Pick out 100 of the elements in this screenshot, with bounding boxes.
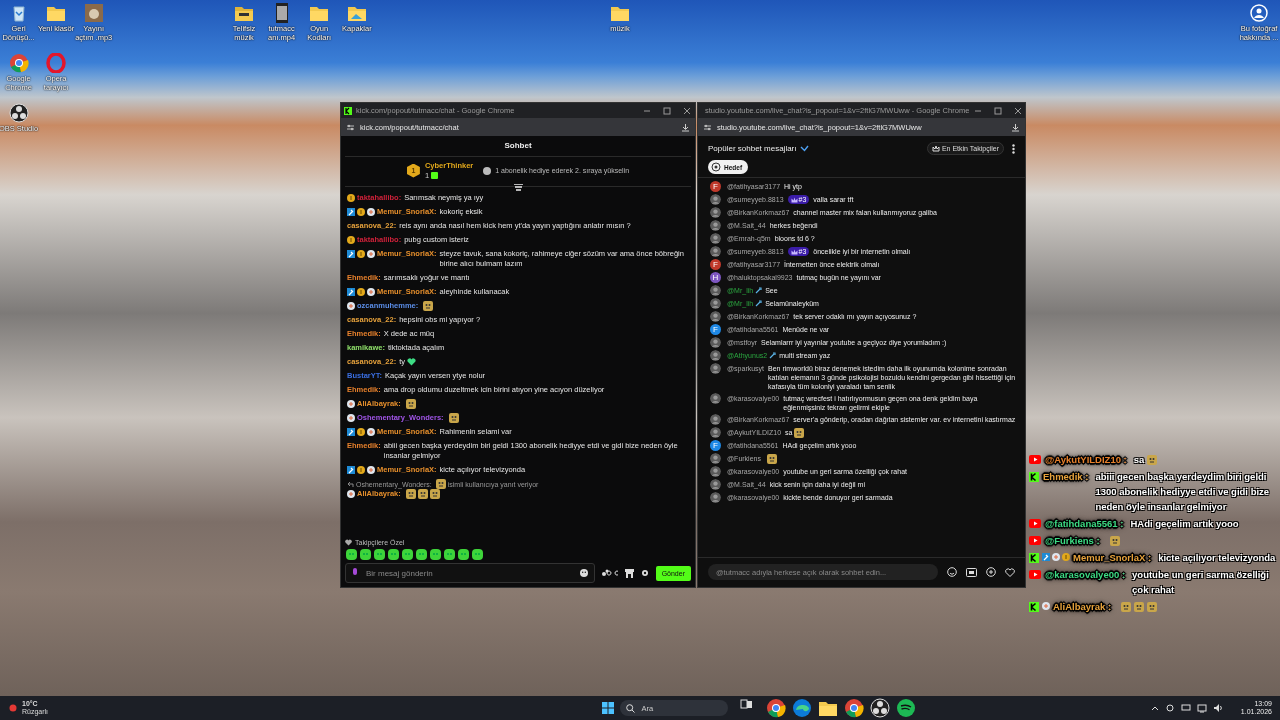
- hammer-icon: [1042, 553, 1050, 561]
- gift-badge-icon: [367, 250, 375, 258]
- browser-icon[interactable]: [844, 698, 865, 718]
- emote-icon: [417, 489, 428, 500]
- search-icon: [626, 703, 636, 713]
- coin-icon: [347, 194, 355, 202]
- gift-badge-icon: [347, 490, 355, 499]
- maximize-icon[interactable]: [662, 105, 672, 116]
- start-icon[interactable]: [602, 702, 615, 714]
- chat-mode-title[interactable]: Popüler sohbet mesajları: [708, 144, 797, 153]
- emote-icon[interactable]: [416, 549, 427, 560]
- message-text: youtube un geri sarma özelliği çok rahat: [1132, 569, 1269, 595]
- avatar-icon: [710, 194, 721, 205]
- browser-icon: [8, 53, 29, 73]
- avatar-icon: [710, 492, 721, 504]
- emote-icon[interactable]: [402, 549, 413, 560]
- heart-icon: [407, 358, 417, 367]
- crown-icon: [931, 145, 940, 152]
- browser-icon[interactable]: [766, 698, 787, 718]
- message-box[interactable]: Bir mesaj gönderin: [345, 563, 595, 583]
- emote-icon: [1134, 602, 1145, 613]
- coin-icon: [357, 208, 365, 216]
- super-chat-icon[interactable]: [966, 567, 977, 577]
- store-icon[interactable]: [624, 568, 634, 578]
- crown-icon: [790, 248, 798, 255]
- avatar-icon: [710, 414, 721, 425]
- emote-icon[interactable]: [472, 549, 483, 560]
- emote-icon[interactable]: [360, 549, 371, 560]
- coin-icon: [357, 250, 365, 258]
- target-icon: [711, 162, 721, 172]
- emoji-icon[interactable]: [579, 569, 588, 577]
- chevron-up-icon[interactable]: [1150, 704, 1159, 712]
- chat-title: Sohbet: [345, 136, 691, 157]
- chevron-icon[interactable]: [799, 145, 809, 152]
- avatar-initial: F: [710, 440, 721, 452]
- emote-icon[interactable]: [346, 549, 357, 560]
- hammer-icon: [347, 250, 355, 258]
- avatar-icon: [710, 479, 721, 491]
- crown-icon: [790, 196, 798, 203]
- emote-icon[interactable]: [374, 549, 385, 560]
- download-icon[interactable]: [681, 122, 690, 132]
- browser-icon: [46, 53, 67, 73]
- username: Ehmedik :: [1042, 470, 1090, 484]
- download-icon[interactable]: [1011, 122, 1020, 132]
- recorder-icon[interactable]: [870, 698, 891, 718]
- wrench-icon: [755, 287, 763, 294]
- emote-icon: [435, 479, 446, 490]
- gift-badge-icon: [367, 208, 375, 216]
- music-app-icon[interactable]: [896, 698, 917, 718]
- youtube-logo-icon: [1029, 536, 1041, 545]
- close-icon[interactable]: [682, 105, 692, 116]
- message-text: kicte açılıyor televizyonda: [1158, 552, 1276, 563]
- avatar-icon: [710, 220, 721, 231]
- emote-icon[interactable]: [430, 549, 441, 560]
- message-input[interactable]: Bir mesaj gönderin: [364, 567, 574, 579]
- emote-icon: [766, 454, 777, 465]
- message-text: sa: [1133, 454, 1145, 465]
- avatar-initial: F: [710, 259, 721, 270]
- avatar-icon: [710, 298, 721, 309]
- emote-icon: [405, 399, 416, 410]
- pin-collapse-icon[interactable]: [513, 184, 523, 191]
- settings-icon[interactable]: [640, 569, 649, 577]
- emote-icon[interactable]: [388, 549, 399, 560]
- emote-icon: [794, 428, 805, 439]
- avatar-initial: H: [710, 272, 721, 283]
- hammer-icon: [347, 208, 355, 216]
- avatar-icon: [710, 427, 721, 438]
- emote-icon[interactable]: [444, 549, 455, 560]
- youtube-logo-icon: [1029, 570, 1041, 579]
- add-icon[interactable]: [986, 567, 996, 577]
- emote-icon: [1121, 602, 1132, 613]
- emoji-icon[interactable]: [947, 567, 957, 577]
- avatar-icon: [710, 453, 721, 465]
- site-settings-icon[interactable]: [346, 122, 355, 132]
- more-icon[interactable]: [1012, 143, 1015, 154]
- avatar-initial: F: [710, 181, 721, 192]
- display-icon[interactable]: [1180, 703, 1191, 713]
- maximize-icon[interactable]: [993, 105, 1004, 116]
- heart-icon[interactable]: [1005, 567, 1015, 577]
- wrench-icon: [755, 300, 763, 307]
- avatar-icon: [710, 350, 721, 361]
- username: @AykutYILDIZ10 :: [1044, 453, 1128, 467]
- emote-icon: [1109, 536, 1120, 547]
- reply-icon: [347, 480, 354, 488]
- emote-icon[interactable]: [458, 549, 469, 560]
- gift-badge-icon: [367, 288, 375, 296]
- site-settings-icon[interactable]: [703, 122, 712, 132]
- emote-icon: [1147, 455, 1158, 466]
- browser-icon[interactable]: [792, 698, 813, 718]
- username: AliAlbayrak :: [1052, 600, 1113, 614]
- gift-badge-icon: [347, 414, 355, 423]
- avatar-icon: [710, 285, 721, 296]
- close-icon[interactable]: [1013, 105, 1024, 116]
- coin-icon: [357, 466, 365, 475]
- coin-icon: [347, 236, 355, 244]
- username: @karasovalye00 :: [1044, 568, 1127, 582]
- speaker-icon[interactable]: [1212, 703, 1223, 713]
- coin-icon: [357, 288, 365, 296]
- kick-logo-icon: [1029, 602, 1039, 612]
- avatar-icon: [710, 363, 721, 374]
